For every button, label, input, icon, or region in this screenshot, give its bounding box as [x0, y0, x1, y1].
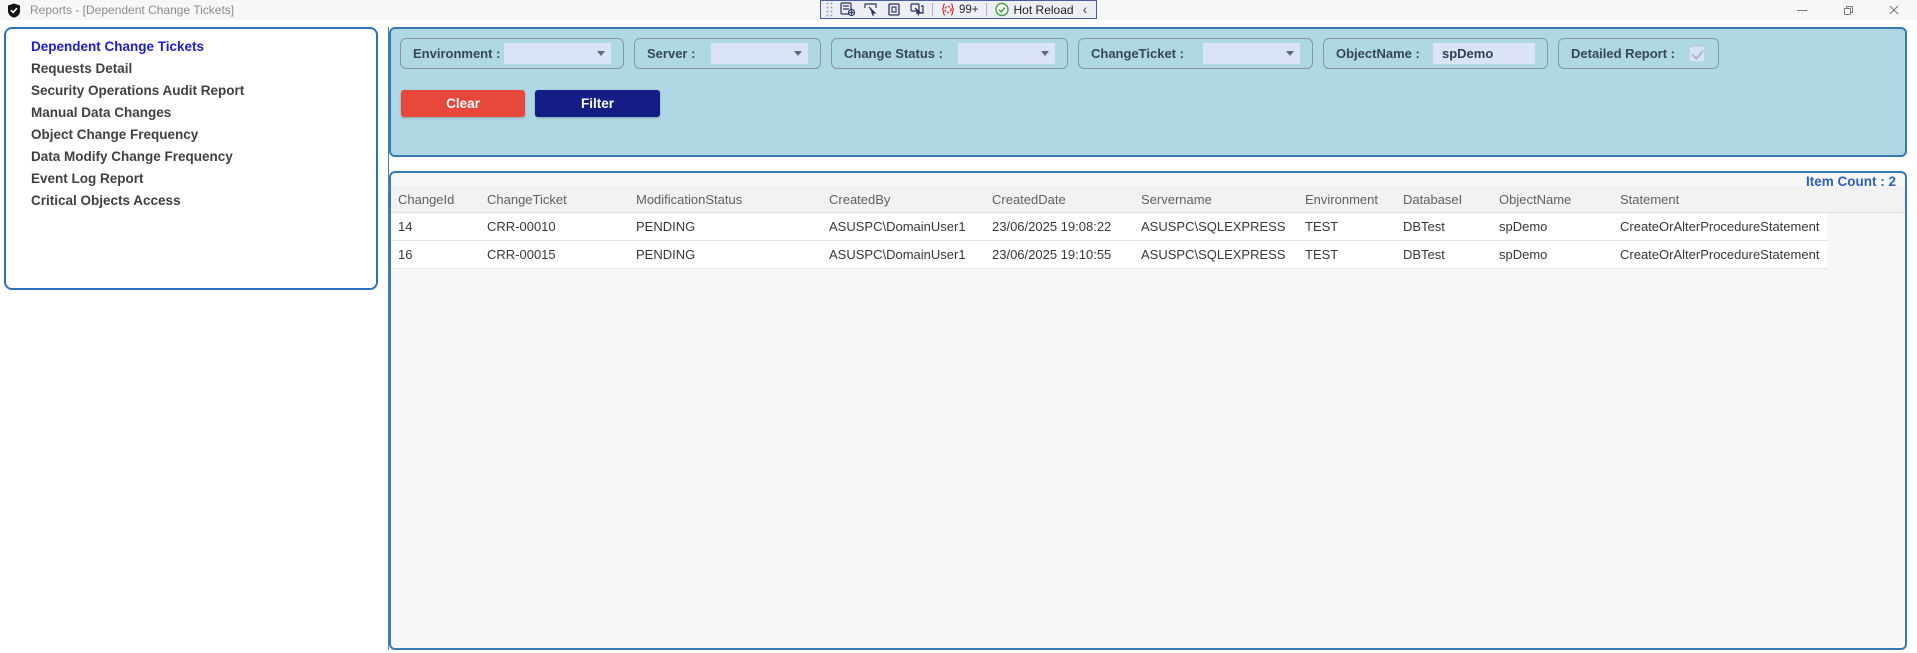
track-focused-element-icon[interactable] [909, 2, 925, 17]
table-cell: 23/06/2025 19:10:55 [992, 247, 1112, 262]
object-name-filter-group: ObjectName : [1323, 38, 1548, 69]
change-ticket-label: ChangeTicket : [1091, 46, 1184, 61]
app-shield-icon [8, 3, 20, 18]
filter-row: Environment : Server : Change Status : C… [400, 38, 1905, 69]
column-header-createddate[interactable]: CreatedDate [992, 186, 1141, 212]
toolbar-collapse-chevron[interactable]: ‹ [1083, 2, 1088, 17]
debug-toolbar: 99+ Hot Reload ‹ [820, 0, 1097, 19]
live-visual-tree-icon[interactable] [840, 2, 856, 17]
table-cell: spDemo [1499, 247, 1548, 262]
filter-buttons-row: Clear Filter [400, 90, 1905, 117]
sidebar-item-object-change-frequency[interactable]: Object Change Frequency [6, 124, 376, 146]
table-cell: TEST [1305, 219, 1339, 234]
detailed-report-filter-group: Detailed Report : [1558, 38, 1719, 69]
table-cell: ASUSPC\SQLEXPRESS [1141, 247, 1286, 262]
close-icon [1889, 5, 1899, 15]
column-header-environment[interactable]: Environment [1305, 186, 1403, 212]
sidebar-item-data-modify-change-frequency[interactable]: Data Modify Change Frequency [6, 146, 376, 168]
table-cell: CreateOrAlterProcedureStatement [1620, 247, 1820, 262]
change-ticket-filter-group: ChangeTicket : [1078, 38, 1313, 69]
restore-icon [1843, 5, 1853, 15]
hot-reload-check-icon [994, 2, 1009, 17]
select-element-icon[interactable] [863, 2, 879, 17]
column-header-servername[interactable]: Servername [1141, 186, 1305, 212]
environment-filter-group: Environment : [400, 38, 624, 69]
table-cell: CRR-00010 [487, 219, 556, 234]
table-cell: ASUSPC\DomainUser1 [829, 219, 966, 234]
hot-reload-indicator[interactable]: Hot Reload [994, 2, 1074, 17]
table-cell: CreateOrAlterProcedureStatement [1620, 219, 1820, 234]
table-cell: DBTest [1403, 247, 1445, 262]
column-header-databasei[interactable]: DatabaseI [1403, 186, 1499, 212]
restore-button[interactable] [1825, 0, 1871, 20]
table-cell: DBTest [1403, 219, 1445, 234]
object-name-label: ObjectName : [1336, 46, 1420, 61]
table-cell: PENDING [636, 219, 696, 234]
layout-adorners-icon[interactable] [886, 2, 902, 17]
column-header-changeid[interactable]: ChangeId [398, 186, 487, 212]
filter-button[interactable]: Filter [535, 90, 660, 117]
column-header-modificationstatus[interactable]: ModificationStatus [636, 186, 829, 212]
binding-errors-indicator[interactable]: 99+ [940, 2, 979, 17]
toolbar-separator [985, 3, 987, 16]
environment-label: Environment : [413, 46, 501, 61]
window-controls [1779, 0, 1917, 20]
clear-button[interactable]: Clear [401, 90, 525, 117]
table-cell: 16 [398, 247, 413, 262]
column-header-createdby[interactable]: CreatedBy [829, 186, 992, 212]
column-header-statement[interactable]: Statement [1620, 186, 1827, 212]
change-status-filter-group: Change Status : [831, 38, 1068, 69]
object-name-input[interactable] [1433, 43, 1535, 64]
report-nav-sidebar: Dependent Change Tickets Requests Detail S… [4, 27, 378, 290]
column-header-objectname[interactable]: ObjectName [1499, 186, 1620, 212]
hot-reload-label: Hot Reload [1013, 2, 1074, 17]
change-ticket-dropdown[interactable] [1203, 43, 1300, 64]
sidebar-list: Dependent Change Tickets Requests Detail S… [6, 36, 376, 212]
column-header-changeticket[interactable]: ChangeTicket [487, 186, 636, 212]
toolbar-separator [932, 3, 933, 16]
table-cell: spDemo [1499, 219, 1548, 234]
table-cell: 23/06/2025 19:08:22 [992, 219, 1112, 234]
detailed-report-label: Detailed Report : [1571, 46, 1676, 61]
detailed-report-checkbox[interactable] [1689, 45, 1706, 62]
sidebar-item-event-log-report[interactable]: Event Log Report [6, 168, 376, 190]
item-count-label: Item Count : 2 [1806, 174, 1896, 189]
change-status-label: Change Status : [844, 46, 943, 61]
sidebar-item-dependent-change-tickets[interactable]: Dependent Change Tickets [6, 36, 376, 58]
minimize-icon [1797, 9, 1807, 11]
table-row[interactable]: 16 CRR-00015 PENDING ASUSPC\DomainUser1 23/0… [391, 241, 1827, 269]
grip-handle[interactable] [826, 2, 833, 17]
results-table-panel: Item Count : 2 ChangeId ChangeTicket Modif… [389, 171, 1907, 650]
table-cell: ASUSPC\DomainUser1 [829, 247, 966, 262]
sidebar-item-requests-detail[interactable]: Requests Detail [6, 58, 376, 80]
table-cell: CRR-00015 [487, 247, 556, 262]
server-label: Server : [647, 46, 696, 61]
binding-errors-count: 99+ [959, 3, 979, 16]
binding-errors-icon [941, 3, 955, 16]
sidebar-item-critical-objects-access[interactable]: Critical Objects Access [6, 190, 376, 212]
minimize-button[interactable] [1779, 0, 1825, 20]
filter-panel: Environment : Server : Change Status : C… [389, 27, 1907, 157]
window-title: Reports - [Dependent Change Tickets] [30, 3, 235, 17]
table-body: 14 CRR-00010 PENDING ASUSPC\DomainUser1 23/0… [391, 213, 1905, 269]
sidebar-item-security-operations-audit-report[interactable]: Security Operations Audit Report [6, 80, 376, 102]
server-filter-group: Server : [634, 38, 821, 69]
sidebar-item-manual-data-changes[interactable]: Manual Data Changes [6, 102, 376, 124]
table-cell: 14 [398, 219, 413, 234]
server-dropdown[interactable] [711, 43, 808, 64]
environment-dropdown[interactable] [504, 43, 611, 64]
table-row[interactable]: 14 CRR-00010 PENDING ASUSPC\DomainUser1 23/0… [391, 213, 1827, 241]
table-cell: ASUSPC\SQLEXPRESS [1141, 219, 1286, 234]
table-cell: PENDING [636, 247, 696, 262]
close-button[interactable] [1871, 0, 1917, 20]
change-status-dropdown[interactable] [958, 43, 1055, 64]
table-header: ChangeId ChangeTicket ModificationStatus Cr… [391, 186, 1905, 213]
table-cell: TEST [1305, 247, 1339, 262]
